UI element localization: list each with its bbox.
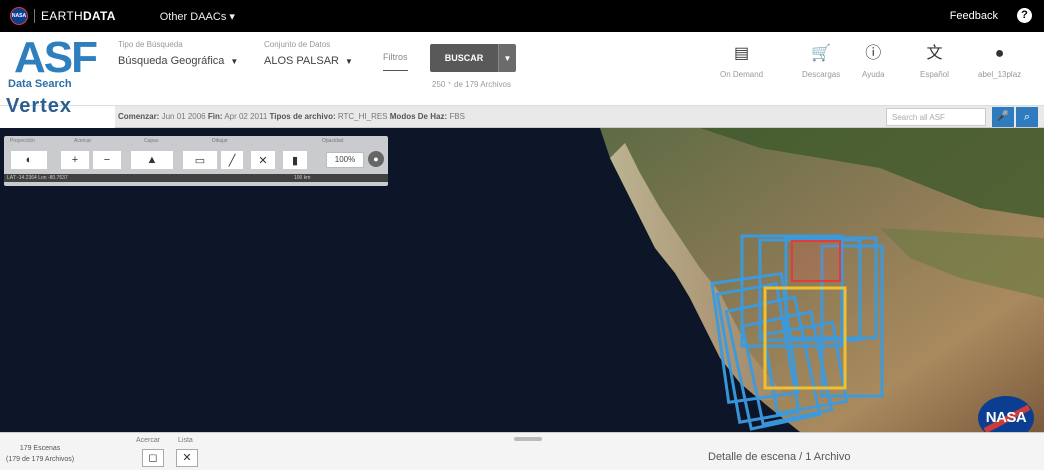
help-icon: ⓘ	[865, 45, 882, 62]
logo-data-search-text: Data Search	[8, 78, 72, 90]
search-button[interactable]: BUSCAR	[430, 44, 498, 72]
map-view[interactable]: Proyección Acercar Capas Dibujar Opacida…	[0, 128, 1044, 432]
scene-detail-title: Detalle de escena / 1 Archivo	[708, 451, 851, 463]
downloads-label: Descargas	[802, 70, 841, 79]
cart-icon: 🛒	[811, 45, 832, 62]
chevron-down-icon: ▼	[230, 56, 239, 66]
microphone-icon[interactable]: 🎤	[992, 107, 1014, 127]
scale-bar: 100 km	[294, 175, 311, 181]
search-all-asf-input[interactable]: Search all ASF	[886, 108, 986, 126]
language-button[interactable]: 文 Español	[920, 44, 949, 79]
zoom-to-results-label: Acercar	[136, 437, 161, 444]
opacity-value[interactable]: 100%	[326, 152, 364, 168]
layers-label: Capas	[144, 138, 159, 144]
app-header: ASF Data Search Vertex Tipo de Búsqueda …	[0, 32, 1044, 116]
results-count: 250 ⁺ de 179 Archivos	[432, 80, 511, 89]
search-dropdown-icon[interactable]: ▼	[498, 44, 516, 72]
on-demand-icon: ▤	[734, 45, 750, 62]
nasa-meatball-icon[interactable]: NASA	[10, 7, 28, 25]
search-type-selector[interactable]: Tipo de Búsqueda Búsqueda Geográfica ▼	[118, 40, 238, 67]
zoom-label: Acercar	[74, 138, 92, 144]
filters-summary-text[interactable]: Comenzar: Jun 01 2006 Fin: Apr 02 2011 T…	[115, 112, 465, 121]
clear-draw-icon[interactable]: ✕	[250, 150, 276, 170]
on-demand-label: On Demand	[720, 70, 764, 79]
list-options-icon[interactable]: ✕	[176, 449, 198, 467]
filters-button[interactable]: Filtros	[383, 52, 408, 71]
trash-icon[interactable]: ▮	[282, 150, 308, 170]
help-button[interactable]: ⓘ Ayuda	[862, 44, 885, 79]
search-type-label: Tipo de Búsqueda	[118, 40, 183, 49]
zoom-out-icon[interactable]: −	[92, 150, 122, 170]
other-daacs-menu[interactable]: Other DAACs ▾	[160, 10, 235, 23]
search-filters-summary: Comenzar: Jun 01 2006 Fin: Apr 02 2011 T…	[115, 106, 1044, 128]
language-icon: 文	[926, 45, 943, 62]
logo-asf-text: ASF	[14, 33, 98, 82]
scenes-count: 179 Escenas (179 de 179 Archivos)	[6, 445, 75, 463]
chevron-down-icon: ▼	[345, 56, 353, 66]
earthdata-link[interactable]: EARTHDATA	[41, 9, 116, 23]
user-label: abel_13plaz	[978, 70, 1022, 79]
divider	[34, 9, 35, 23]
top-navigation-bar: NASA EARTHDATA Other DAACs ▾ Feedback ?	[0, 0, 1044, 32]
coordinates-text: LAT -14.2364 Lon -80.7637	[7, 175, 68, 181]
map-toolbar-labels: Proyección Acercar Capas Dibujar Opacida…	[4, 138, 388, 148]
draw-line-icon[interactable]: ╱	[220, 150, 244, 170]
layers-icon[interactable]: ▲	[130, 150, 174, 170]
coordinates-readout: LAT -14.2364 Lon -80.7637 100 km	[4, 174, 388, 182]
opacity-label: Opacidad	[322, 138, 344, 144]
globe-projection-icon[interactable]: ◐	[10, 150, 48, 170]
zoom-to-results-icon[interactable]: ◻	[142, 449, 164, 467]
draw-box-icon[interactable]: ▭	[182, 150, 218, 170]
logo-vertex-text: Vertex	[6, 95, 73, 117]
user-button[interactable]: ● abel_13plaz	[978, 44, 1021, 79]
feedback-link[interactable]: Feedback	[950, 10, 998, 22]
dataset-value: ALOS PALSAR	[264, 55, 339, 67]
gear-icon[interactable]: ●	[368, 151, 384, 167]
results-panel: 179 Escenas (179 de 179 Archivos) Acerca…	[0, 432, 1044, 470]
downloads-button[interactable]: 🛒 Descargas	[802, 44, 840, 79]
zoom-in-icon[interactable]: +	[60, 150, 90, 170]
nasa-logo: NASA	[978, 396, 1034, 432]
list-label: Lista	[178, 437, 193, 444]
dataset-label: Conjunto de Datos	[264, 40, 331, 49]
projection-label: Proyección	[10, 138, 35, 144]
search-type-value: Búsqueda Geográfica	[118, 55, 225, 67]
dataset-selector[interactable]: Conjunto de Datos ALOS PALSAR ▼	[264, 40, 353, 67]
on-demand-button[interactable]: ▤ On Demand	[720, 44, 763, 79]
user-icon: ●	[994, 45, 1005, 62]
question-circle-icon[interactable]: ?	[1017, 8, 1032, 23]
asf-logo[interactable]: ASF Data Search Vertex	[6, 33, 112, 130]
search-button-group: BUSCAR ▼	[430, 44, 516, 72]
panel-resize-handle[interactable]	[514, 437, 542, 441]
draw-label: Dibujar	[212, 138, 228, 144]
search-icon[interactable]: ⌕	[1016, 107, 1038, 127]
language-label: Español	[920, 70, 949, 79]
help-label: Ayuda	[862, 70, 885, 79]
